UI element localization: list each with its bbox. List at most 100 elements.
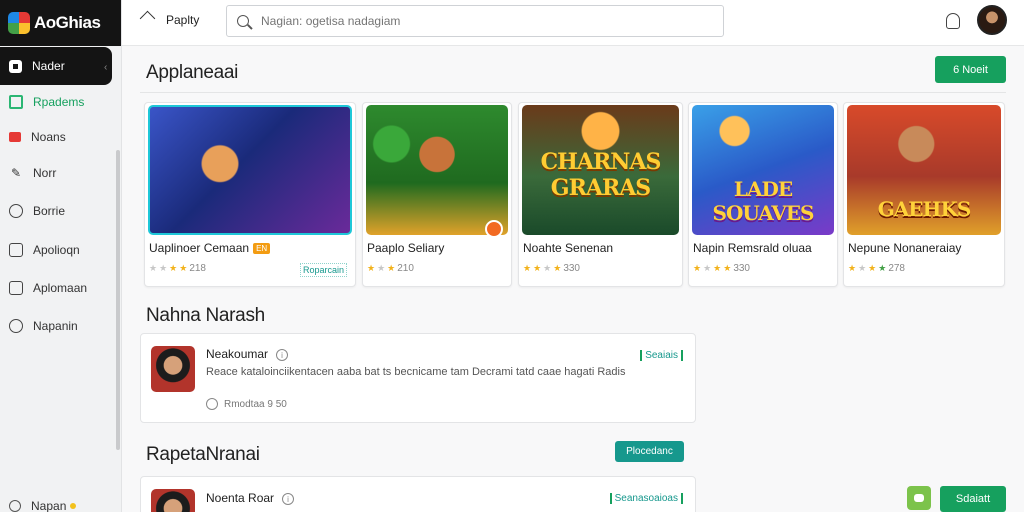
game-card[interactable]: Uaplinoer Cemaan EN ★ ★ ★ ★ 218 Roparcain <box>144 102 356 287</box>
sidebar-item-label: Rpadems <box>33 95 85 109</box>
search-icon <box>237 15 249 27</box>
top-bar: Paplty <box>122 0 1024 46</box>
main-content: Applaneaai 6 Noeit Uaplinoer Cemaan EN ★ ★… <box>122 46 1024 512</box>
game-title: Uaplinoer Cemaan EN <box>149 241 271 255</box>
sidebar-item-label: Apolioqn <box>33 243 80 257</box>
home-button[interactable]: Paplty <box>140 12 199 28</box>
rating-value: 330 <box>563 263 580 274</box>
section-title-featured: Applaneaai <box>146 62 239 83</box>
item-name: Neakoumar i <box>206 347 289 361</box>
game-art-image: CHARNAS GRARAS <box>522 105 679 235</box>
user-avatar[interactable] <box>977 5 1007 35</box>
game-title: Paaplo Seliary <box>367 241 445 255</box>
item-name: Noenta Roar i <box>206 491 295 505</box>
game-title: Nepune Nonaneraiay <box>848 241 962 255</box>
game-rating: ★ ★ ★ ★ 330 <box>693 263 750 274</box>
list-item[interactable]: Noenta Roar i Seanasoaioas <box>140 476 696 512</box>
home-icon <box>140 12 156 28</box>
notification-icon[interactable] <box>946 13 960 29</box>
profile-label: Napan <box>31 499 67 512</box>
star-icon: ★ <box>723 263 732 273</box>
kids-icon <box>9 319 23 333</box>
game-rating: ★ ★ ★ ★ 330 <box>523 263 580 274</box>
star-icon: ★ <box>179 263 188 273</box>
game-art-image: GAEHKS <box>847 105 1001 235</box>
star-icon: ★ <box>553 263 562 273</box>
game-card[interactable]: Paaplo Seliary ★ ★ ★ 210 <box>362 102 512 287</box>
star-icon: ★ <box>523 263 532 273</box>
sidebar-item-movies[interactable]: Noans <box>0 118 122 156</box>
sidebar-item-games[interactable]: Rpadems <box>0 83 122 121</box>
game-rating: ★ ★ ★ ★ 278 <box>848 263 905 274</box>
star-icon: ★ <box>703 263 712 273</box>
star-icon: ★ <box>533 263 542 273</box>
app-logo[interactable]: AoGhias <box>0 0 121 46</box>
section-title-popular: RapetaNranai <box>146 444 260 465</box>
star-icon: ★ <box>159 263 168 273</box>
list-item[interactable]: Neakoumar i Reace kataloinciikentacen aab… <box>140 333 696 423</box>
game-card[interactable]: LADE SOUAVES Napin Remsrald oluaa ★ ★ ★ ★ 3… <box>688 102 838 287</box>
sidebar-item-apps[interactable]: Apolioqn <box>0 231 122 269</box>
game-title: Napin Remsrald oluaa <box>693 241 812 255</box>
game-card[interactable]: CHARNAS GRARAS Noahte Senenan ★ ★ ★ ★ 330 <box>518 102 683 287</box>
sidebar-item-user[interactable]: Borrie <box>0 192 122 230</box>
sidebar: AoGhias Nader ‹ Rpadems Noans ✎ Norr Bor… <box>0 0 122 512</box>
star-icon: ★ <box>367 263 376 273</box>
sidebar-item-store[interactable]: Nader <box>0 47 112 85</box>
star-icon: ★ <box>868 263 877 273</box>
rating-value: 218 <box>189 263 206 274</box>
section-divider <box>140 92 1006 93</box>
game-art-title: CHARNAS GRARAS <box>540 149 662 201</box>
item-meta: Rmodtaa 9 50 <box>206 398 287 410</box>
star-icon: ★ <box>169 263 178 273</box>
floating-action-button[interactable]: Sdaiatt <box>940 486 1006 512</box>
game-art-title: GAEHKS <box>877 197 972 221</box>
game-art-image <box>366 105 508 235</box>
search-input[interactable] <box>261 14 701 28</box>
sidebar-item-books[interactable]: ✎ Norr <box>0 154 122 192</box>
sidebar-scrollbar[interactable] <box>116 150 120 450</box>
game-art-title: LADE SOUAVES <box>712 177 815 225</box>
library-icon <box>9 281 23 295</box>
info-icon[interactable]: i <box>276 348 289 361</box>
star-icon: ★ <box>713 263 722 273</box>
sidebar-item-label: Napanin <box>33 319 78 333</box>
view-more-button[interactable]: Plocedanc <box>615 441 684 462</box>
meta-value: Rmodtaa 9 50 <box>224 398 287 410</box>
item-avatar <box>151 346 195 392</box>
games-icon <box>9 95 23 109</box>
books-icon: ✎ <box>10 166 22 180</box>
user-icon <box>9 204 23 218</box>
collapse-sidebar-icon[interactable]: ‹ <box>104 62 107 73</box>
star-icon: ★ <box>848 263 857 273</box>
game-card[interactable]: GAEHKS Nepune Nonaneraiay ★ ★ ★ ★ 278 <box>843 102 1005 287</box>
star-icon: ★ <box>858 263 867 273</box>
game-art-image <box>148 105 352 235</box>
app-title: AoGhias <box>34 13 101 32</box>
game-tag: EN <box>253 243 271 255</box>
logo-mark-icon <box>8 12 30 34</box>
sidebar-profile[interactable]: Napan <box>0 487 122 512</box>
info-icon[interactable]: i <box>282 492 295 505</box>
item-description: Reace kataloinciikentacen aaba bat ts be… <box>206 366 626 378</box>
apps-icon <box>9 243 23 257</box>
item-avatar <box>151 489 195 512</box>
game-rating: ★ ★ ★ ★ 218 <box>149 263 206 274</box>
sidebar-item-label: Nader <box>32 59 65 73</box>
see-more-button[interactable]: 6 Noeit <box>935 56 1006 83</box>
section-title-recommended: Nahna Narash <box>146 305 265 326</box>
game-art-image: LADE SOUAVES <box>692 105 834 235</box>
sidebar-item-library[interactable]: Aplomaan <box>0 269 122 307</box>
star-icon: ★ <box>149 263 158 273</box>
star-icon: ★ <box>377 263 386 273</box>
star-icon: ★ <box>878 263 887 273</box>
badge-dot-icon <box>485 220 503 238</box>
sidebar-item-kids[interactable]: Napanin <box>0 307 122 345</box>
search-bar[interactable] <box>226 5 724 37</box>
sidebar-item-label: Noans <box>31 130 66 144</box>
sidebar-item-label: Aplomaan <box>33 281 88 295</box>
star-icon: ★ <box>387 263 396 273</box>
chat-icon[interactable] <box>907 486 931 510</box>
store-icon <box>9 59 22 73</box>
sidebar-item-label: Borrie <box>33 204 66 218</box>
